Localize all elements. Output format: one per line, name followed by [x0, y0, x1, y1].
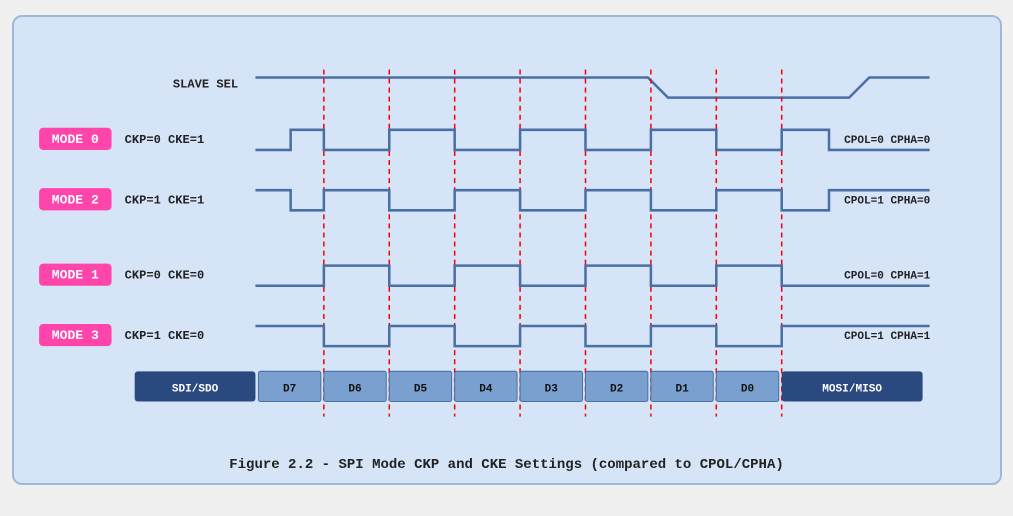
mode3-signal	[255, 326, 929, 346]
d0-label: D0	[740, 383, 753, 395]
mode3-label: MODE 3	[51, 328, 98, 343]
d1-label: D1	[675, 383, 689, 395]
mode1-signal	[255, 266, 929, 286]
mode0-params: CKP=0 CKE=1	[124, 133, 204, 147]
mode2-signal	[255, 190, 929, 210]
mode0-signal	[255, 130, 929, 150]
figure-caption: Figure 2.2 - SPI Mode CKP and CKE Settin…	[24, 457, 990, 473]
d5-label: D5	[413, 383, 427, 395]
d3-label: D3	[544, 383, 558, 395]
d2-label: D2	[610, 383, 623, 395]
mode1-right: CPOL=0 CPHA=1	[844, 271, 931, 283]
mode2-params: CKP=1 CKE=1	[124, 193, 204, 207]
outer-container: SLAVE SEL MODE 0 CKP=0 CKE=1 CPOL=0 CPHA…	[12, 15, 1002, 485]
d7-label: D7	[283, 383, 296, 395]
sdi-sdo-label: SDI/SDO	[171, 383, 218, 395]
d4-label: D4	[479, 383, 493, 395]
diagram-svg-container: SLAVE SEL MODE 0 CKP=0 CKE=1 CPOL=0 CPHA…	[24, 32, 990, 449]
mode2-right: CPOL=1 CPHA=0	[844, 195, 930, 207]
mode2-label: MODE 2	[51, 192, 98, 207]
mode1-label: MODE 1	[51, 268, 98, 283]
d6-label: D6	[348, 383, 362, 395]
mode1-params: CKP=0 CKE=0	[124, 269, 204, 283]
mosi-miso-label: MOSI/MISO	[822, 383, 882, 395]
mode3-right: CPOL=1 CPHA=1	[844, 331, 931, 343]
mode3-params: CKP=1 CKE=0	[124, 329, 204, 343]
slave-sel-label: SLAVE SEL	[172, 78, 237, 92]
slave-sel-signal	[255, 77, 929, 97]
mode0-label: MODE 0	[51, 132, 98, 147]
mode0-right: CPOL=0 CPHA=0	[844, 135, 930, 147]
